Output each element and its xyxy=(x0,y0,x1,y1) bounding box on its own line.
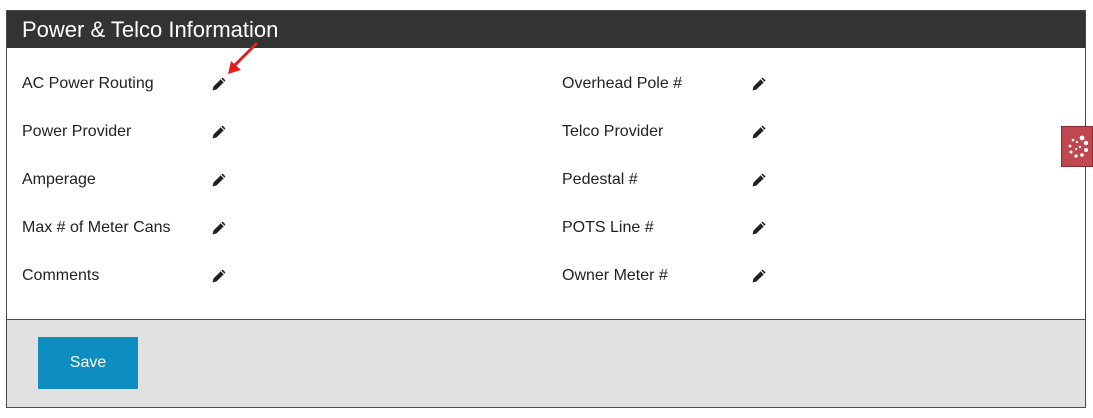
field-label: Power Provider xyxy=(22,123,132,140)
panel-title: Power & Telco Information xyxy=(7,11,1085,48)
field-row-comments: Comments xyxy=(22,264,422,288)
fields-section: AC Power Routing Power Provider Amperage… xyxy=(7,48,1085,320)
field-row-ac-power-routing: AC Power Routing xyxy=(22,72,422,96)
field-label: Comments xyxy=(22,267,100,284)
field-row-amperage: Amperage xyxy=(22,168,422,192)
field-label: Owner Meter # xyxy=(562,267,668,284)
pencil-icon[interactable] xyxy=(751,76,767,92)
save-button[interactable]: Save xyxy=(38,337,138,389)
field-row-pots-line: POTS Line # xyxy=(562,216,962,240)
field-row-pedestal: Pedestal # xyxy=(562,168,962,192)
dotted-spinner-icon xyxy=(1068,135,1089,158)
pencil-icon[interactable] xyxy=(211,220,227,236)
pencil-icon[interactable] xyxy=(211,76,227,92)
field-row-overhead-pole: Overhead Pole # xyxy=(562,72,962,96)
field-label: POTS Line # xyxy=(562,219,654,236)
field-label: Amperage xyxy=(22,171,96,188)
pencil-icon[interactable] xyxy=(751,172,767,188)
pencil-icon[interactable] xyxy=(211,124,227,140)
pencil-icon[interactable] xyxy=(211,268,227,284)
field-row-power-provider: Power Provider xyxy=(22,120,422,144)
pencil-icon[interactable] xyxy=(211,172,227,188)
side-widget-button[interactable] xyxy=(1061,126,1093,167)
field-label: AC Power Routing xyxy=(22,75,154,92)
form-footer: Save xyxy=(7,320,1085,407)
field-label: Pedestal # xyxy=(562,171,638,188)
field-row-telco-provider: Telco Provider xyxy=(562,120,962,144)
power-telco-panel: Power & Telco Information AC Power Routi… xyxy=(6,10,1086,408)
field-label: Telco Provider xyxy=(562,123,664,140)
field-label: Overhead Pole # xyxy=(562,75,683,92)
pencil-icon[interactable] xyxy=(751,124,767,140)
field-label: Max # of Meter Cans xyxy=(22,219,171,236)
pencil-icon[interactable] xyxy=(751,268,767,284)
field-row-owner-meter: Owner Meter # xyxy=(562,264,962,288)
pencil-icon[interactable] xyxy=(751,220,767,236)
field-row-max-meter-cans: Max # of Meter Cans xyxy=(22,216,422,240)
